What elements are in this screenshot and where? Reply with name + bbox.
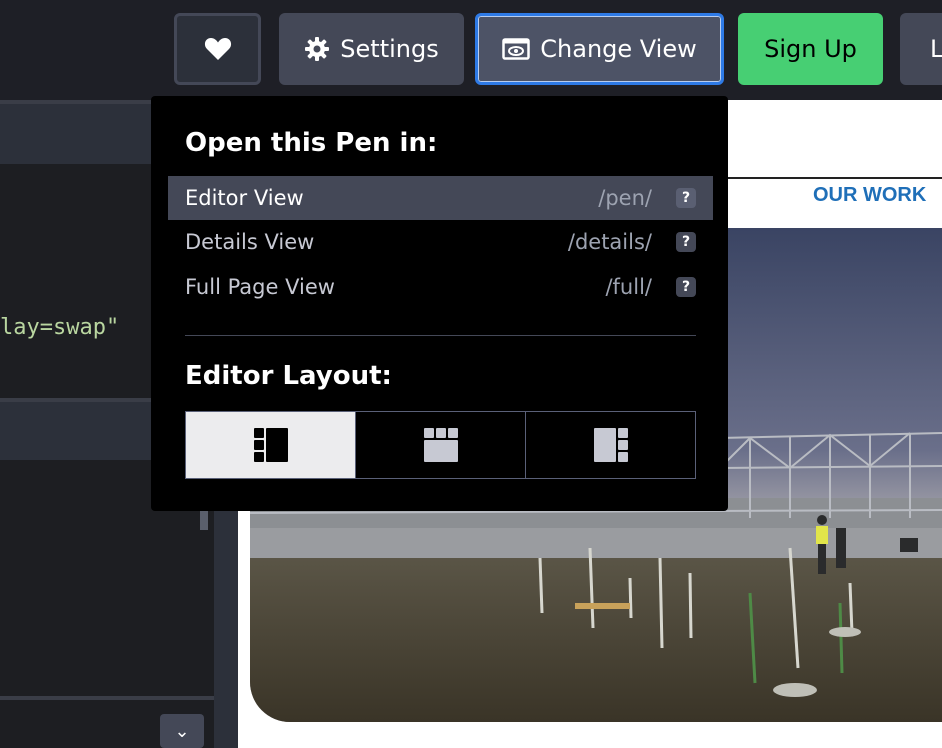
layout-left-icon <box>253 428 288 462</box>
scrollbar-thumb[interactable] <box>200 508 208 530</box>
editor-layout-title: Editor Layout: <box>185 361 392 391</box>
view-option-label: Details View <box>185 230 315 254</box>
signup-button[interactable]: Sign Up <box>738 13 883 85</box>
view-option-details[interactable]: Details View /details/ ? <box>168 220 713 264</box>
view-option-path: /details/ <box>567 230 652 254</box>
like-button[interactable] <box>174 13 261 85</box>
dropdown-separator <box>185 335 696 336</box>
help-icon[interactable]: ? <box>676 188 696 208</box>
pane-divider[interactable] <box>0 696 238 700</box>
collapse-button[interactable]: ⌄ <box>160 714 204 748</box>
gear-icon <box>305 37 330 61</box>
chevron-down-icon: ⌄ <box>174 720 190 742</box>
settings-button[interactable]: Settings <box>279 13 464 85</box>
layout-left-option[interactable] <box>186 412 355 478</box>
change-view-button[interactable]: Change View <box>475 13 724 85</box>
layout-top-icon <box>423 428 458 462</box>
open-pen-title: Open this Pen in: <box>185 128 438 158</box>
settings-label: Settings <box>340 35 439 63</box>
layout-top-option[interactable] <box>355 412 525 478</box>
help-icon[interactable]: ? <box>676 277 696 297</box>
nav-link-our-work[interactable]: OUR WORK <box>813 184 926 207</box>
heart-icon <box>204 38 231 60</box>
layout-right-option[interactable] <box>525 412 695 478</box>
editor-layout-selector <box>185 411 696 479</box>
login-label: L <box>930 35 942 63</box>
eye-window-icon <box>502 38 531 60</box>
view-option-full-page[interactable]: Full Page View /full/ ? <box>168 265 713 309</box>
layout-right-icon <box>593 428 628 462</box>
view-option-path: /full/ <box>605 275 652 299</box>
view-option-label: Editor View <box>185 186 304 210</box>
change-view-label: Change View <box>540 35 697 63</box>
view-option-label: Full Page View <box>185 275 335 299</box>
help-icon[interactable]: ? <box>676 232 696 252</box>
view-option-editor[interactable]: Editor View /pen/ ? <box>168 176 713 220</box>
view-option-path: /pen/ <box>598 186 652 210</box>
login-button[interactable]: L <box>900 13 942 85</box>
code-line[interactable]: lay=swap" <box>0 315 119 340</box>
signup-label: Sign Up <box>764 35 857 63</box>
top-bar: Settings Change View Sign Up L <box>0 0 942 100</box>
